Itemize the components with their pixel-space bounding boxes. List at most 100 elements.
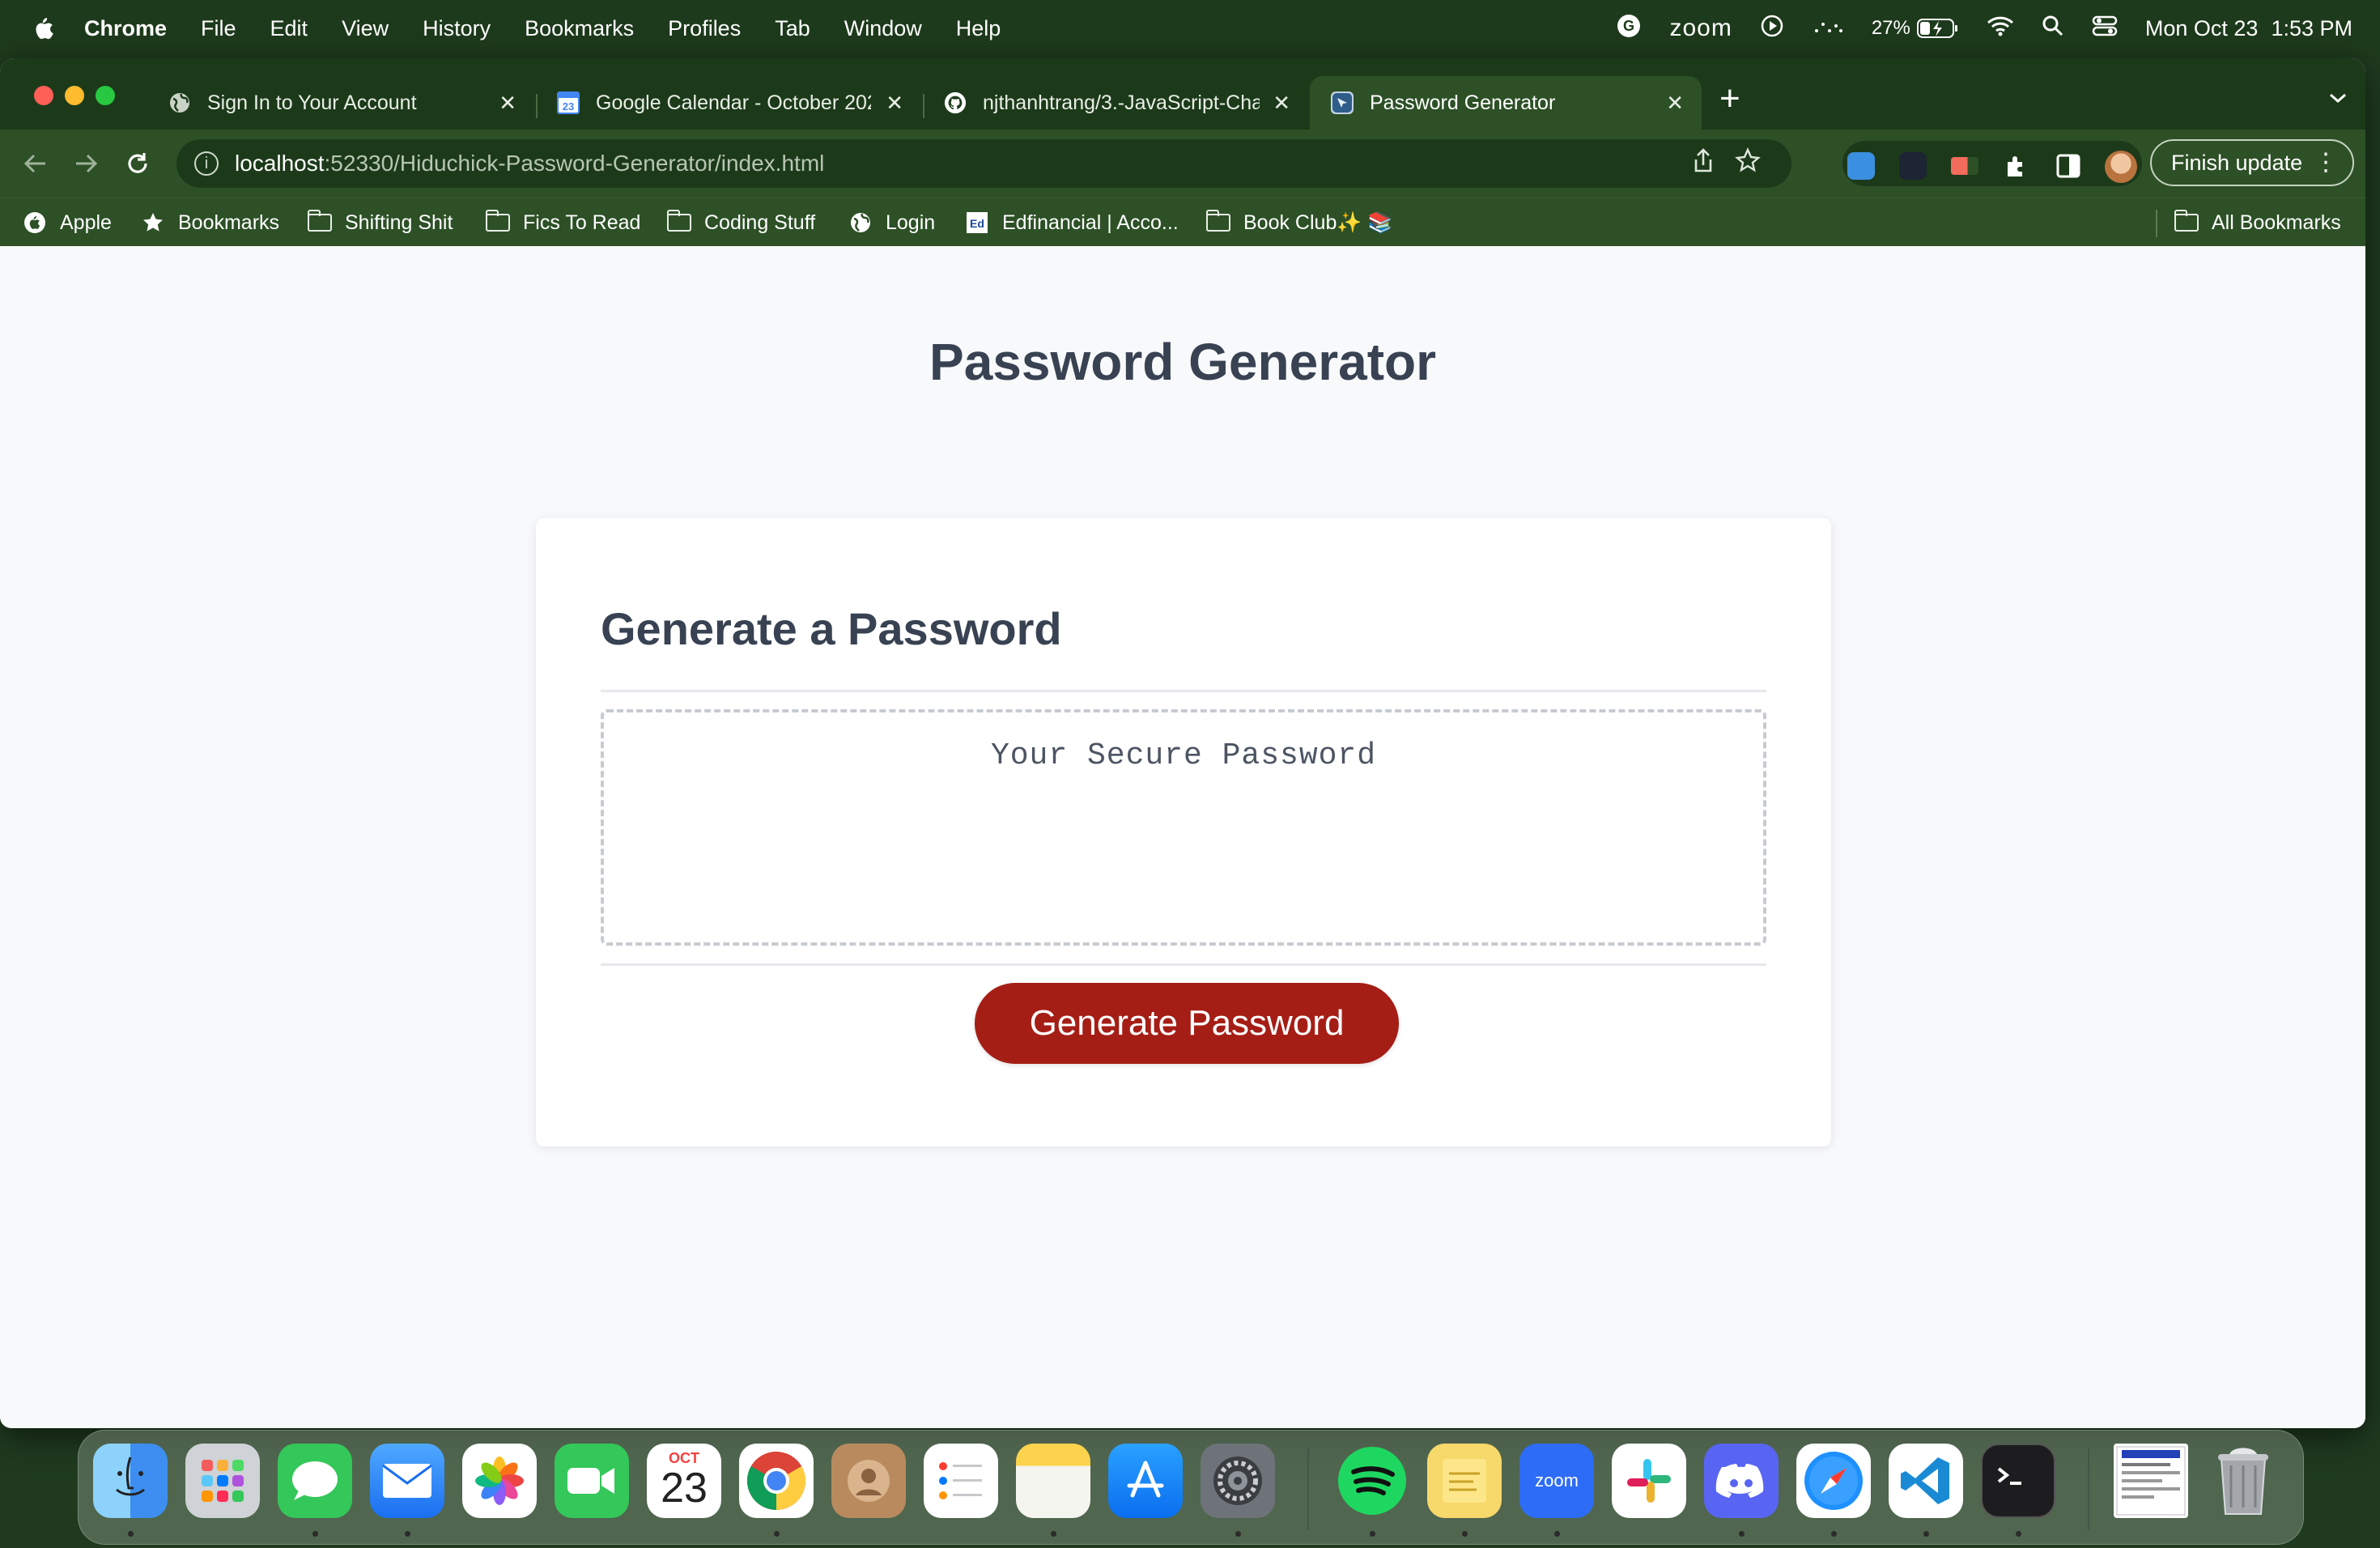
bookmark-label: Book Club✨ 📚 — [1243, 211, 1393, 234]
tab-github[interactable]: njthanhtrang/3.-JavaScript-Challenge ✕ — [923, 76, 1308, 130]
running-indicator — [1923, 1531, 1929, 1537]
control-center-icon[interactable] — [2092, 15, 2118, 43]
video-extension-icon[interactable] — [1951, 157, 1978, 175]
puzzle-extensions-icon[interactable] — [2003, 152, 2030, 180]
finder-icon[interactable] — [93, 1444, 168, 1518]
clock-date[interactable]: Mon Oct 23 — [2145, 16, 2259, 41]
page-icon — [1331, 91, 1354, 114]
zoom-status-label[interactable]: zoom — [1669, 15, 1732, 42]
site-info-icon[interactable]: i — [194, 151, 219, 176]
forward-arrow-icon[interactable] — [68, 146, 104, 181]
bookmark-label: All Bookmarks — [2212, 211, 2341, 234]
photos-icon[interactable] — [462, 1444, 537, 1518]
bookmark-edfinancial[interactable]: Ed Edfinancial | Acco... — [965, 208, 1179, 237]
battery-status[interactable]: 27% — [1872, 17, 1959, 40]
tab-close-icon[interactable]: ✕ — [886, 91, 903, 116]
battery-percent: 27% — [1871, 17, 1910, 39]
cloud-extension-icon[interactable] — [1847, 152, 1875, 180]
spotlight-search-icon[interactable] — [2042, 15, 2064, 43]
menu-profiles[interactable]: Profiles — [668, 16, 741, 41]
terminal-icon[interactable] — [1981, 1444, 2055, 1518]
url-path: :52330/Hiduchick-Password-Generator/inde… — [324, 151, 825, 176]
menu-bookmarks[interactable]: Bookmarks — [525, 16, 634, 41]
slack-icon[interactable] — [1612, 1444, 1686, 1518]
bookmark-label: Bookmarks — [178, 211, 280, 234]
bookmark-login[interactable]: Login — [848, 208, 935, 237]
menu-history[interactable]: History — [423, 16, 491, 41]
tab-password-generator[interactable]: Password Generator ✕ — [1310, 76, 1702, 130]
share-icon[interactable] — [1693, 147, 1714, 180]
reminders-icon[interactable] — [924, 1444, 998, 1518]
menu-view[interactable]: View — [342, 16, 389, 41]
window-minimize-button[interactable] — [65, 86, 84, 105]
facetime-icon[interactable] — [555, 1444, 629, 1518]
window-close-button[interactable] — [34, 86, 53, 105]
tab-close-icon[interactable]: ✕ — [1666, 91, 1684, 116]
messages-icon[interactable] — [278, 1444, 352, 1518]
zoom-app-icon[interactable]: zoom — [1519, 1444, 1594, 1518]
launchpad-icon[interactable] — [185, 1444, 260, 1518]
menu-window[interactable]: Window — [844, 16, 922, 41]
generate-password-button[interactable]: Generate Password — [975, 983, 1399, 1064]
play-icon[interactable] — [1760, 14, 1784, 44]
svg-text:23: 23 — [563, 100, 574, 113]
menu-edit[interactable]: Edit — [270, 16, 308, 41]
bookmark-coding-stuff[interactable]: Coding Stuff — [667, 208, 815, 237]
menu-file[interactable]: File — [201, 16, 236, 41]
card-divider — [601, 690, 1766, 692]
tab-close-icon[interactable]: ✕ — [1273, 91, 1290, 116]
side-panel-icon[interactable] — [2055, 152, 2082, 180]
tab-close-icon[interactable]: ✕ — [499, 91, 516, 116]
password-textarea[interactable] — [601, 709, 1766, 946]
apple-menu-icon[interactable] — [31, 15, 55, 42]
clock-time[interactable]: 1:53 PM — [2271, 16, 2352, 41]
mail-icon[interactable] — [370, 1444, 444, 1518]
url-text[interactable]: localhost:52330/Hiduchick-Password-Gener… — [235, 151, 824, 176]
chrome-icon[interactable] — [739, 1444, 814, 1518]
safari-icon[interactable] — [1796, 1444, 1871, 1518]
profile-avatar[interactable] — [2105, 151, 2137, 183]
menu-tab[interactable]: Tab — [775, 16, 810, 41]
notes-icon[interactable] — [1016, 1444, 1090, 1518]
bookmark-apple[interactable]: Apple — [23, 208, 112, 237]
grammarly-icon[interactable]: G — [1616, 13, 1642, 45]
spotify-icon[interactable] — [1335, 1444, 1409, 1518]
document-thumbnail-icon[interactable] — [2114, 1444, 2188, 1518]
tab-sign-in[interactable]: Sign In to Your Account ✕ — [147, 76, 534, 130]
app-store-icon[interactable] — [1108, 1444, 1183, 1518]
discord-icon[interactable] — [1704, 1444, 1779, 1518]
activity-icon[interactable] — [1812, 16, 1844, 41]
tab-strip: Sign In to Your Account ✕ 23 Google Cale… — [0, 58, 2365, 130]
back-arrow-icon[interactable] — [18, 146, 53, 181]
apple-icon — [23, 212, 47, 233]
running-indicator — [1370, 1531, 1375, 1537]
kebab-menu-icon[interactable]: ⋮ — [2314, 151, 2338, 175]
menu-help[interactable]: Help — [956, 16, 1001, 41]
bookmark-all-bookmarks[interactable]: All Bookmarks — [2174, 208, 2341, 237]
reload-icon[interactable] — [120, 146, 155, 181]
system-settings-icon[interactable] — [1201, 1444, 1275, 1518]
running-indicator — [405, 1531, 410, 1537]
stickies-icon[interactable] — [1427, 1444, 1502, 1518]
new-tab-plus-icon[interactable]: + — [1719, 81, 1740, 117]
tab-google-calendar[interactable]: 23 Google Calendar - October 2023 ✕ — [536, 76, 921, 130]
menu-app-name[interactable]: Chrome — [84, 16, 167, 41]
vscode-icon[interactable] — [1889, 1444, 1963, 1518]
trash-icon[interactable] — [2206, 1444, 2280, 1518]
bookmark-book-club[interactable]: Book Club✨ 📚 — [1206, 208, 1393, 237]
bookmark-shifting[interactable]: Shifting Shit — [308, 208, 453, 237]
tab-search-chevron-icon[interactable] — [2328, 87, 2348, 110]
finish-update-button[interactable]: Finish update ⋮ — [2150, 139, 2354, 186]
window-zoom-button[interactable] — [96, 86, 115, 105]
address-bar[interactable]: i localhost:52330/Hiduchick-Password-Gen… — [176, 139, 1791, 188]
bookmark-fics-to-read[interactable]: Fics To Read — [486, 208, 640, 237]
dark-extension-icon[interactable] — [1899, 152, 1927, 180]
bookmark-label: Shifting Shit — [345, 211, 453, 234]
bookmark-bookmarks[interactable]: Bookmarks — [141, 208, 279, 237]
bookmark-star-icon[interactable] — [1735, 147, 1761, 180]
url-host: localhost — [235, 151, 325, 176]
dock-separator — [1307, 1448, 1309, 1529]
calendar-app-icon[interactable]: OCT 23 — [647, 1444, 721, 1518]
contacts-icon[interactable] — [831, 1444, 906, 1518]
wifi-icon[interactable] — [1987, 15, 2014, 42]
